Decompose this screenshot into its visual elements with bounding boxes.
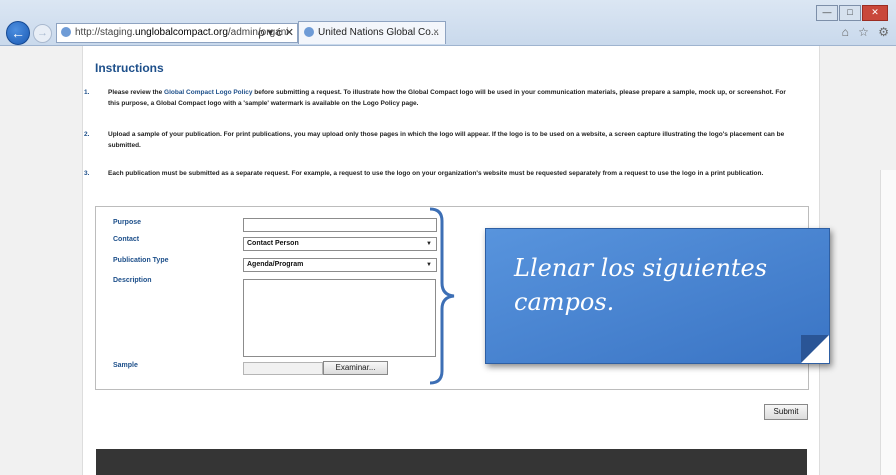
minimize-button[interactable]: — bbox=[816, 5, 838, 21]
sample-file-path[interactable] bbox=[243, 362, 323, 375]
instruction-text: Each publication must be submitted as a … bbox=[108, 170, 764, 177]
site-favicon-icon bbox=[61, 27, 71, 38]
instruction-number: 2. bbox=[84, 131, 90, 138]
purpose-input[interactable] bbox=[243, 218, 437, 232]
browser-tab[interactable]: United Nations Global Co... × bbox=[298, 21, 446, 44]
back-arrow-icon: ← bbox=[11, 25, 25, 41]
callout-fold-corner bbox=[801, 335, 829, 363]
curly-brace-annotation bbox=[429, 207, 455, 385]
submit-button[interactable]: Submit bbox=[764, 404, 808, 420]
logo-policy-link[interactable]: Global Compact Logo Policy bbox=[164, 89, 252, 96]
page-footer bbox=[96, 449, 807, 475]
address-tools-icon[interactable]: ρ ▾ ċ ✕ bbox=[258, 24, 294, 42]
forward-arrow-icon: → bbox=[37, 27, 48, 39]
tab-title: United Nations Global Co... bbox=[318, 27, 440, 38]
instruction-text: Upload a sample of your publication. For… bbox=[108, 131, 785, 149]
window-controls: — □ ✕ bbox=[815, 2, 888, 21]
publication-type-value: Agenda/Program bbox=[247, 261, 304, 268]
instruction-number: 1. bbox=[84, 89, 90, 96]
close-window-button[interactable]: ✕ bbox=[862, 5, 888, 21]
callout-text: Llenar los siguientes campos. bbox=[514, 254, 768, 316]
purpose-label: Purpose bbox=[113, 219, 142, 226]
tab-favicon-icon bbox=[304, 27, 314, 38]
forward-button[interactable]: → bbox=[33, 24, 52, 43]
instruction-callout: Llenar los siguientes campos. bbox=[485, 228, 830, 364]
tab-close-icon[interactable]: × bbox=[433, 22, 439, 44]
description-textarea[interactable] bbox=[243, 279, 436, 357]
browser-toolbar: ← → http://staging.unglobalcompact.org/a… bbox=[0, 0, 896, 46]
home-favorites-settings-icons[interactable]: ⌂ ☆ ⚙ bbox=[842, 25, 892, 39]
instructions-heading: Instructions bbox=[95, 61, 164, 75]
browse-file-button[interactable]: Examinar... bbox=[323, 361, 388, 375]
contact-select-value: Contact Person bbox=[247, 240, 299, 247]
address-bar[interactable]: http://staging.unglobalcompact.org/admin… bbox=[56, 23, 298, 43]
description-label: Description bbox=[113, 277, 152, 284]
url-domain: unglobalcompact.org bbox=[135, 27, 228, 38]
right-panel-edge bbox=[880, 170, 896, 475]
instruction-number: 3. bbox=[84, 170, 90, 177]
contact-select[interactable]: Contact Person ▼ bbox=[243, 237, 437, 251]
sample-label: Sample bbox=[113, 362, 138, 369]
publication-type-label: Publication Type bbox=[113, 257, 169, 264]
contact-label: Contact bbox=[113, 236, 140, 243]
back-button[interactable]: ← bbox=[6, 21, 30, 45]
publication-type-select[interactable]: Agenda/Program ▼ bbox=[243, 258, 437, 272]
maximize-button[interactable]: □ bbox=[839, 5, 861, 21]
instruction-text: Please review the bbox=[108, 89, 165, 96]
url-prefix: http://staging. bbox=[75, 27, 136, 38]
